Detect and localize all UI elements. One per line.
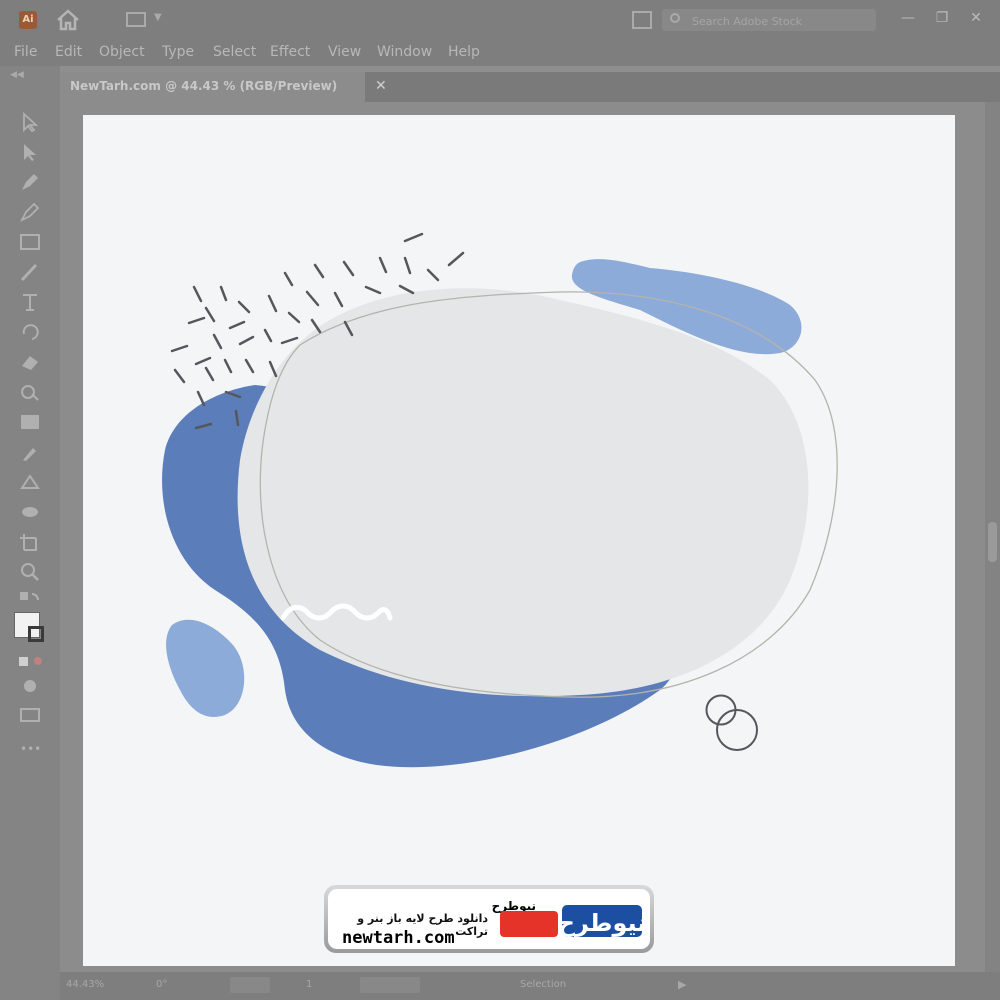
rotate-view-angle[interactable]: 0°	[156, 979, 167, 990]
artboard-nav-next[interactable]	[360, 977, 420, 993]
circle-large[interactable]	[716, 709, 758, 751]
artboard-number[interactable]: 1	[306, 979, 312, 990]
artboard-nav-prev[interactable]	[230, 977, 270, 993]
current-tool-label: Selection	[520, 979, 567, 990]
light-blue-blob-bottom[interactable]	[166, 619, 245, 718]
artwork	[162, 232, 838, 768]
watermark-site: newtarh.com	[342, 928, 455, 948]
newtarh-watermark: نیوطرح دانلود طرح لایه باز بنر و تراکت n…	[324, 885, 654, 953]
logo-text: نیوطرح	[558, 909, 646, 937]
zoom-level[interactable]: 44.43%	[66, 979, 104, 990]
newtarh-logo: نیوطرح	[500, 905, 646, 937]
gray-main-shape[interactable]	[237, 288, 809, 697]
watermark-inner: نیوطرح دانلود طرح لایه باز بنر و تراکت n…	[328, 889, 650, 949]
play-icon[interactable]: ▶	[678, 978, 686, 991]
status-bar: 44.43% 0° 1 Selection ▶	[60, 972, 1000, 1000]
